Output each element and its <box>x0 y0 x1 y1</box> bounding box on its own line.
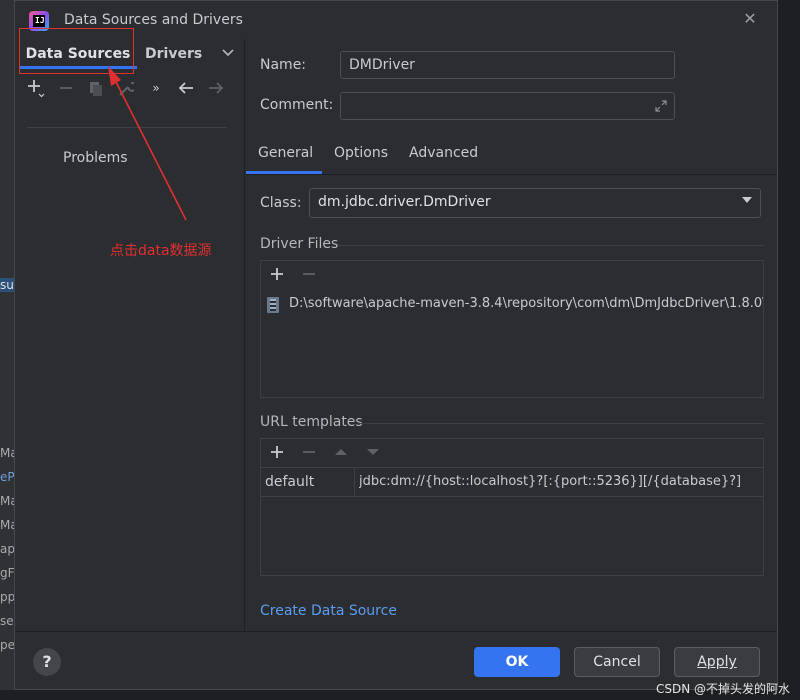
tab-options[interactable]: Options <box>334 145 388 161</box>
chevron-down-icon[interactable] <box>221 45 237 61</box>
section-divider <box>338 245 764 246</box>
data-sources-dialog: IJ Data Sources and Drivers ✕ Data Sourc… <box>14 0 778 690</box>
url-templates-title: URL templates <box>260 414 363 430</box>
name-field[interactable]: DMDriver <box>340 51 675 79</box>
copy-icon[interactable] <box>85 77 107 99</box>
jar-file-icon <box>267 297 279 313</box>
help-button[interactable]: ? <box>33 648 61 676</box>
url-template-key: default <box>261 468 355 496</box>
ok-button[interactable]: OK <box>474 647 560 677</box>
driver-files-title: Driver Files <box>260 236 339 252</box>
toolbar-divider <box>27 127 227 128</box>
url-templates-toolbar <box>261 439 763 467</box>
section-divider <box>358 423 764 424</box>
driver-files-box: D:\software\apache-maven-3.8.4\repositor… <box>260 260 764 398</box>
class-value: dm.jdbc.driver.DmDriver <box>318 194 491 210</box>
url-templates-box: default jdbc:dm://{host::localhost}?[:{p… <box>260 438 764 576</box>
class-select[interactable]: dm.jdbc.driver.DmDriver <box>309 188 761 218</box>
create-data-source-link[interactable]: Create Data Source <box>260 603 397 619</box>
wrench-icon[interactable] <box>115 77 137 99</box>
close-icon[interactable]: ✕ <box>741 10 759 28</box>
remove-icon[interactable] <box>55 77 77 99</box>
left-toolbar: » <box>23 77 237 101</box>
move-up-icon[interactable] <box>331 442 351 462</box>
more-icon[interactable]: » <box>145 77 167 99</box>
apply-button[interactable]: Apply <box>674 647 760 677</box>
dialog-title: Data Sources and Drivers <box>64 12 243 28</box>
comment-label: Comment: <box>260 97 334 113</box>
remove-file-icon[interactable] <box>299 264 319 284</box>
driver-files-toolbar <box>261 261 763 289</box>
driver-file-path[interactable]: D:\software\apache-maven-3.8.4\repositor… <box>289 296 763 311</box>
expand-icon[interactable] <box>654 99 668 113</box>
cancel-button[interactable]: Cancel <box>574 647 660 677</box>
dropdown-arrow-icon <box>742 197 752 203</box>
add-icon[interactable] <box>25 77 47 99</box>
name-label: Name: <box>260 57 307 73</box>
move-down-icon[interactable] <box>363 442 383 462</box>
class-label: Class: <box>260 195 302 211</box>
add-file-icon[interactable] <box>267 264 287 284</box>
problems-item[interactable]: Problems <box>63 150 128 166</box>
url-template-row[interactable]: default jdbc:dm://{host::localhost}?[:{p… <box>261 467 763 497</box>
apply-button-label: Apply <box>697 654 737 670</box>
comment-field[interactable] <box>340 92 675 120</box>
tab-advanced[interactable]: Advanced <box>409 145 478 161</box>
url-template-value: jdbc:dm://{host::localhost}?[:{port::523… <box>359 474 742 489</box>
general-tab-underline <box>246 171 322 174</box>
background-right-edge <box>778 0 800 700</box>
annotation-text: 点击data数据源 <box>110 243 212 259</box>
add-template-icon[interactable] <box>267 442 287 462</box>
forward-arrow-icon[interactable] <box>205 77 227 99</box>
right-panel: Name: DMDriver Comment: General Options … <box>246 39 777 631</box>
watermark: CSDN @不掉头发的阿水 <box>656 682 791 696</box>
left-panel: Data Sources Drivers » Problems <box>15 39 245 631</box>
tab-drivers[interactable]: Drivers <box>145 39 205 69</box>
tab-general[interactable]: General <box>258 145 313 161</box>
app-icon-letters: IJ <box>35 16 45 25</box>
annotation-highlight-box <box>19 28 134 74</box>
remove-template-icon[interactable] <box>299 442 319 462</box>
settings-tabs: General Options Advanced <box>246 137 777 175</box>
back-arrow-icon[interactable] <box>175 77 197 99</box>
